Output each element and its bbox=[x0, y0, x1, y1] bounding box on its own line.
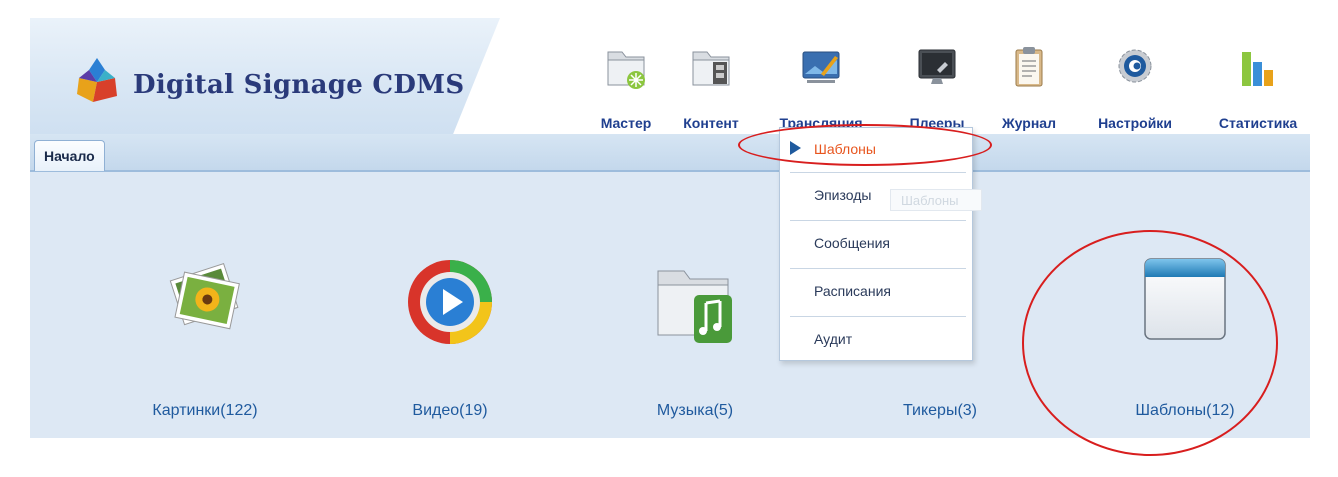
cdms-logo-icon bbox=[77, 58, 117, 102]
tab-bar: Начало bbox=[30, 134, 1310, 172]
menu-separator bbox=[790, 268, 966, 269]
nav-content[interactable]: Контент bbox=[671, 32, 751, 132]
nav-label: Настройки bbox=[1098, 115, 1172, 131]
nav-wizard[interactable]: Мастер bbox=[586, 32, 666, 132]
wizard-folder-icon bbox=[607, 51, 645, 89]
menu-separator bbox=[790, 220, 966, 221]
music-folder-icon bbox=[657, 270, 732, 343]
nav-statistics[interactable]: Статистика bbox=[1208, 32, 1308, 132]
menu-item-schedules[interactable]: Расписания bbox=[780, 270, 972, 314]
tile-music[interactable]: Музыка(5) bbox=[595, 172, 795, 438]
nav-label: Статистика bbox=[1218, 115, 1298, 131]
nav-settings[interactable]: Настройки bbox=[1090, 32, 1180, 132]
nav-label: Контент bbox=[683, 115, 739, 131]
tile-label: Тикеры(3) bbox=[902, 402, 978, 419]
nav-journal[interactable]: Журнал bbox=[994, 32, 1064, 132]
nav-broadcast[interactable]: Трансляция bbox=[766, 32, 876, 132]
nav-label: Мастер bbox=[600, 115, 652, 131]
hover-tooltip: Шаблоны bbox=[890, 189, 982, 211]
app-title: Digital Signage CDMS bbox=[133, 70, 465, 100]
annotation-ellipse-templates bbox=[1022, 230, 1278, 456]
annotation-ellipse-menu bbox=[738, 124, 992, 166]
menu-item-messages[interactable]: Сообщения bbox=[780, 222, 972, 266]
nav-label: Журнал bbox=[1002, 115, 1056, 131]
tile-label: Музыка(5) bbox=[656, 402, 734, 419]
header: Digital Signage CDMS Мастер Контент Тран… bbox=[30, 18, 1310, 134]
tab-home[interactable]: Начало bbox=[34, 140, 105, 171]
menu-item-label: Аудит bbox=[814, 331, 853, 347]
content-folder-icon bbox=[692, 51, 730, 86]
settings-gear-icon bbox=[1118, 49, 1152, 83]
menu-item-label: Сообщения bbox=[814, 235, 890, 251]
tile-label: Картинки(122) bbox=[152, 402, 258, 419]
menu-item-audit[interactable]: Аудит bbox=[780, 318, 972, 362]
tile-pictures[interactable]: Картинки(122) bbox=[105, 172, 305, 438]
tile-label: Видео(19) bbox=[412, 402, 488, 419]
menu-separator bbox=[790, 316, 966, 317]
menu-item-label: Расписания bbox=[814, 283, 891, 299]
menu-separator bbox=[790, 172, 966, 173]
nav-players[interactable]: Плееры bbox=[897, 32, 977, 132]
broadcast-screen-icon bbox=[802, 51, 840, 83]
pictures-icon bbox=[169, 262, 240, 330]
menu-item-label: Эпизоды bbox=[814, 187, 872, 203]
journal-clipboard-icon bbox=[1015, 47, 1043, 87]
tile-video[interactable]: Видео(19) bbox=[350, 172, 550, 438]
statistics-bars-icon bbox=[1242, 52, 1273, 86]
video-play-icon bbox=[408, 260, 492, 344]
player-monitor-icon bbox=[918, 49, 956, 84]
